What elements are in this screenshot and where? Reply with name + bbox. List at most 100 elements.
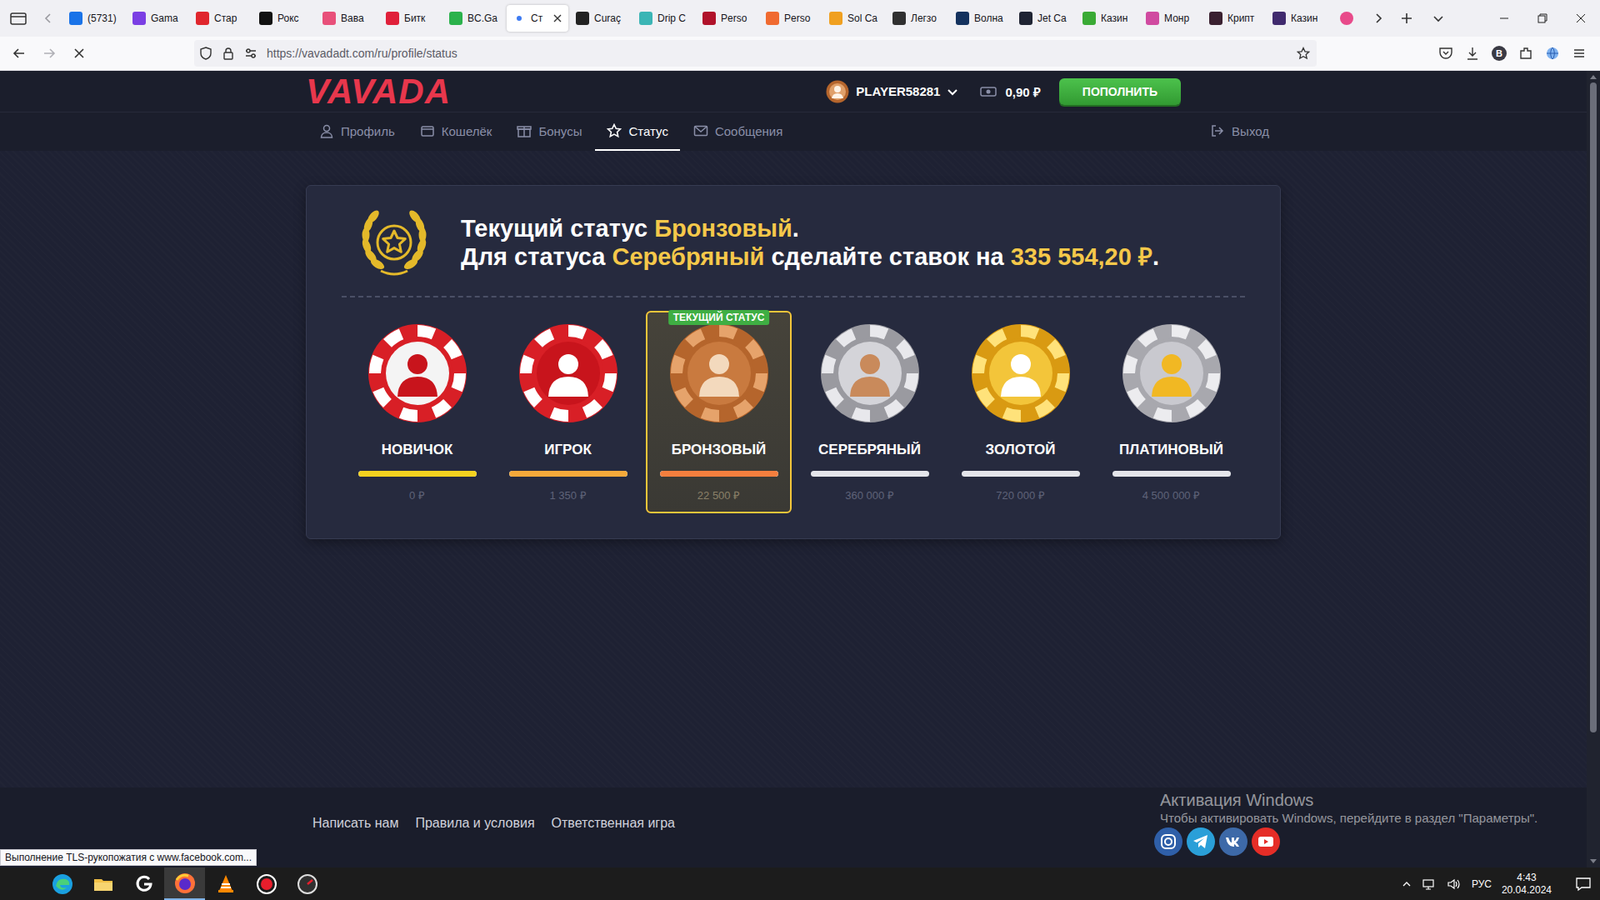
status-heading: Текущий статус Бронзовый.Для статуса Сер… [341, 209, 1245, 276]
footer-link[interactable]: Ответственная игра [551, 815, 675, 831]
favicon-icon [449, 11, 463, 25]
favicon-icon [1145, 11, 1160, 25]
deposit-button[interactable]: ПОПОЛНИТЬ [1059, 78, 1181, 105]
close-window-button[interactable] [1561, 0, 1600, 37]
close-icon [552, 13, 563, 24]
tab-label: Казин [1290, 12, 1318, 25]
heading-text: Для статуса [460, 243, 613, 270]
forward-button[interactable] [35, 40, 63, 67]
gift-icon [516, 123, 532, 139]
minimize-button[interactable] [1485, 0, 1524, 37]
taskbar-button[interactable] [164, 867, 205, 900]
scroll-left-icon [41, 11, 55, 25]
logout-label: Выход [1231, 124, 1270, 139]
file-explorer-icon [91, 872, 115, 896]
taskbar-button[interactable] [286, 867, 328, 900]
activation-watermark: Активация WindowsЧтобы активировать Wind… [1160, 790, 1538, 826]
overflow-tab[interactable] [1330, 5, 1364, 32]
heading-text: . [1152, 243, 1160, 270]
chevron-down-icon [946, 85, 959, 98]
url-field[interactable]: https://vavadadt.com/ru/profile/status [194, 40, 1317, 67]
nav-item[interactable]: Сообщения [681, 112, 795, 151]
stop-button[interactable] [65, 40, 93, 67]
footer-link[interactable]: Написать нам [312, 815, 399, 831]
favicon-icon [892, 11, 906, 25]
url-text: https://vavadadt.com/ru/profile/status [266, 46, 1288, 60]
browser-tab[interactable]: Jet Ca [1013, 5, 1075, 32]
site-header: VAVADA PLAYER582810,90 ₽ПОПОЛНИТЬ [0, 70, 1587, 113]
taskbar-button[interactable] [123, 867, 165, 900]
scroll-thumb[interactable] [1590, 82, 1597, 733]
browser-tab[interactable]: Curaç [570, 5, 632, 32]
progress-track [509, 470, 628, 477]
browser-tab[interactable]: Perso [760, 5, 822, 32]
back-button[interactable] [5, 40, 33, 67]
browser-tab[interactable]: Вава [316, 5, 379, 32]
tab-label: Ст [530, 12, 543, 25]
clock-date: 20.04.2024 [1501, 884, 1552, 897]
favicon-icon [829, 11, 843, 25]
nav-item[interactable]: Профиль [307, 112, 407, 151]
browser-tab[interactable]: Казин [1076, 5, 1139, 32]
browser-tab[interactable]: BC.Ga [443, 5, 505, 32]
browser-tab[interactable]: Монр [1140, 5, 1202, 32]
browser-tab[interactable]: Волна [950, 5, 1012, 32]
nav-item[interactable]: Кошелёк [408, 112, 505, 151]
status-level: ТЕКУЩИЙ СТАТУСБРОНЗОВЫЙ22 500 ₽ [645, 310, 792, 514]
clock[interactable]: 4:4320.04.2024 [1501, 871, 1552, 897]
scroll-up-icon [1590, 74, 1597, 80]
tab-list-icon [8, 10, 29, 27]
progress-fill [358, 470, 477, 477]
browser-tab[interactable]: Крипт [1203, 5, 1265, 32]
profile-icon [319, 123, 335, 139]
restore-button[interactable] [1523, 0, 1562, 37]
status-level: ЗОЛОТОЙ720 000 ₽ [947, 310, 1094, 514]
instagram-icon [1153, 826, 1184, 857]
level-name: ИГРОК [544, 441, 592, 459]
browser-tab[interactable]: Sol Ca [823, 5, 885, 32]
shield-icon [199, 46, 213, 60]
taskbar-button[interactable] [82, 867, 124, 900]
progress-track [660, 470, 779, 477]
taskbar-button[interactable] [245, 867, 287, 900]
browser-tab[interactable]: Perso [696, 5, 759, 32]
browser-tab[interactable]: Gama [126, 5, 189, 32]
browser-tab[interactable]: Drip C [633, 5, 695, 32]
social-button[interactable] [1250, 826, 1281, 860]
browser-tab[interactable]: Рокс [253, 5, 315, 32]
minimize-icon [1499, 13, 1510, 24]
browser-tab[interactable]: Ст [506, 5, 569, 32]
social-button[interactable] [1185, 826, 1216, 860]
footer-links: Написать нам Правила и условия Ответственн… [312, 815, 675, 831]
account-avatar[interactable]: B [1491, 45, 1507, 61]
browser-tab[interactable]: Битк [380, 5, 442, 32]
account-group: PLAYER582810,90 ₽ПОПОЛНИТЬ [825, 78, 1181, 105]
status-level: НОВИЧОК0 ₽ [344, 310, 490, 514]
site-logo[interactable]: VAVADA [305, 74, 451, 110]
taskbar-button[interactable] [41, 867, 83, 900]
footer-link[interactable]: Правила и условия [415, 815, 535, 831]
favicon-icon [69, 11, 83, 25]
user-menu[interactable]: PLAYER58281 [825, 80, 959, 104]
browser-tab[interactable]: Казин [1266, 5, 1329, 32]
level-name: БРОНЗОВЫЙ [671, 441, 767, 459]
username[interactable]: PLAYER58281 [855, 84, 940, 99]
favicon-icon [132, 11, 146, 25]
nav-inner: ПрофильКошелёкБонусыСтатусСообщения Выход [305, 112, 1281, 151]
tab-label: Вава [340, 12, 365, 25]
level-name: ЗОЛОТОЙ [985, 441, 1056, 459]
input-language[interactable]: РУС [1471, 878, 1492, 890]
level-name: НОВИЧОК [381, 441, 454, 459]
close-icon [1575, 13, 1586, 24]
social-button[interactable] [1218, 826, 1249, 860]
logout-link[interactable]: Выход [1198, 112, 1281, 151]
nav-item[interactable]: Бонусы [505, 112, 594, 151]
tab-label: Легзо [910, 12, 937, 25]
scrollbar[interactable] [1586, 70, 1600, 868]
social-button[interactable] [1153, 826, 1184, 860]
nav-item[interactable]: Статус [595, 112, 680, 151]
browser-tab[interactable]: Стар [190, 5, 252, 32]
browser-tab[interactable]: Легзо [886, 5, 949, 32]
browser-tab[interactable]: (5731) [63, 5, 125, 32]
taskbar-button[interactable] [205, 867, 246, 900]
